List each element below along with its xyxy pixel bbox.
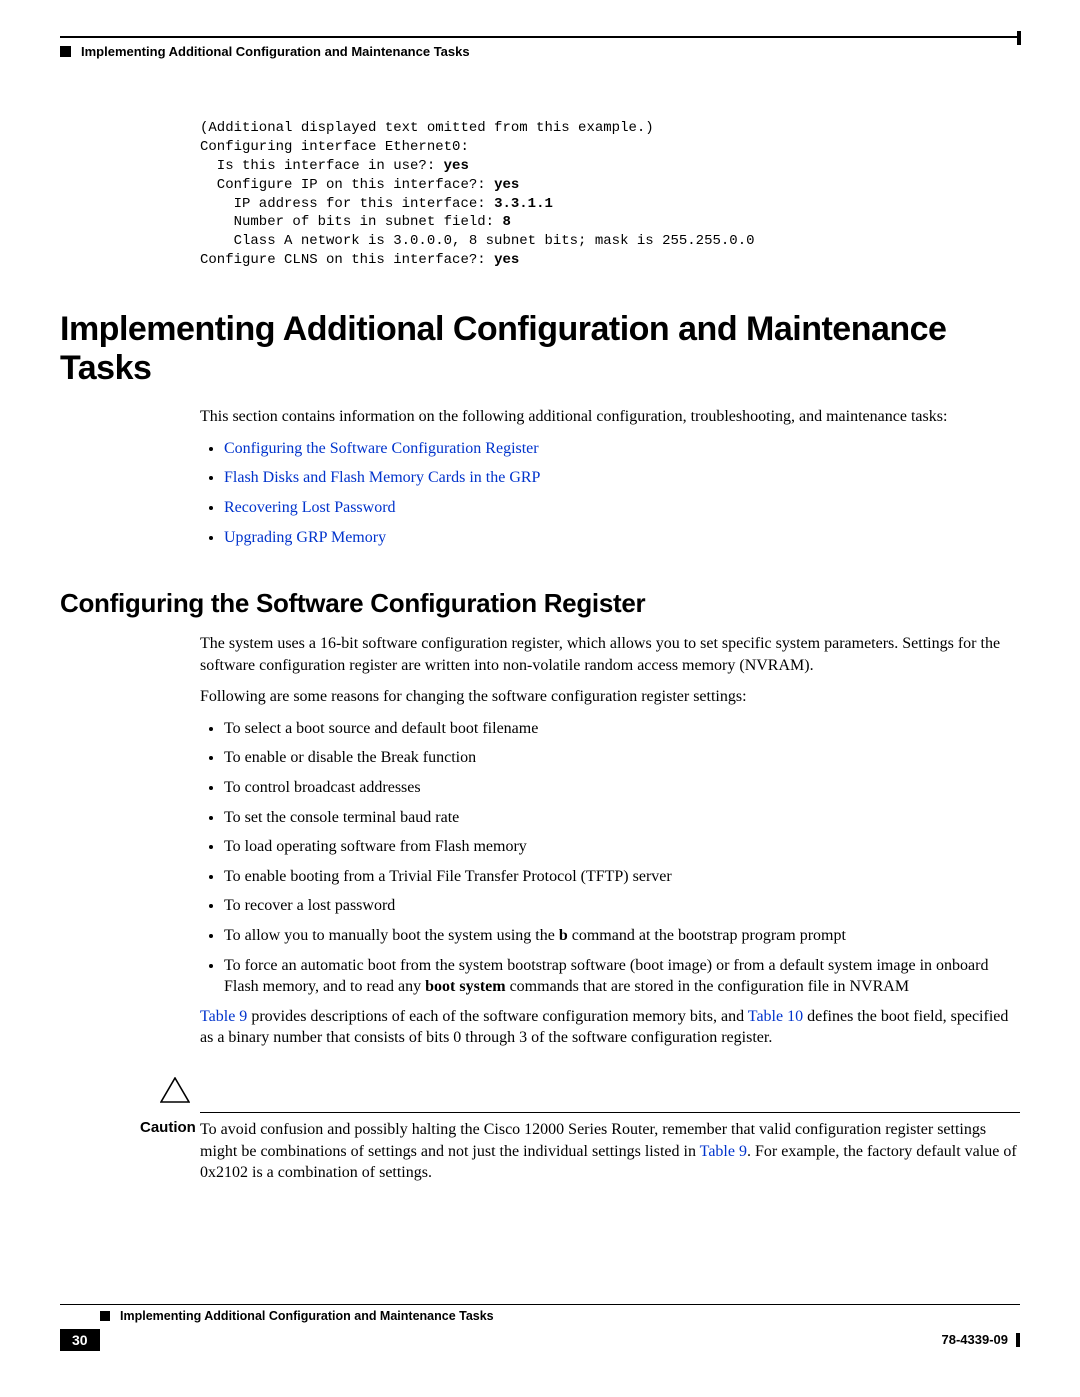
section-heading: Implementing Additional Configuration an… bbox=[60, 310, 1020, 388]
header-rule bbox=[60, 36, 1020, 38]
list-item: Recovering Lost Password bbox=[224, 497, 1020, 519]
reasons-list: To select a boot source and default boot… bbox=[200, 718, 1020, 998]
caution-label: Caution bbox=[140, 1119, 200, 1184]
list-item: To allow you to manually boot the system… bbox=[224, 925, 1020, 947]
page-footer: Implementing Additional Configuration an… bbox=[60, 1304, 1020, 1351]
paragraph: Table 9 provides descriptions of each of… bbox=[200, 1006, 1020, 1049]
page-number: 30 bbox=[60, 1329, 100, 1351]
intro-paragraph: This section contains information on the… bbox=[200, 406, 1020, 428]
list-item: To force an automatic boot from the syst… bbox=[224, 955, 1020, 998]
link-upgrade-memory[interactable]: Upgrading GRP Memory bbox=[224, 529, 386, 546]
link-flash-disks[interactable]: Flash Disks and Flash Memory Cards in th… bbox=[224, 469, 540, 486]
footer-running-text: Implementing Additional Configuration an… bbox=[120, 1309, 494, 1323]
page: Implementing Additional Configuration an… bbox=[0, 0, 1080, 1381]
list-item: Upgrading GRP Memory bbox=[224, 527, 1020, 549]
caution-text: To avoid confusion and possibly halting … bbox=[200, 1119, 1020, 1184]
intro-block: This section contains information on the… bbox=[200, 406, 1020, 548]
list-item: Configuring the Software Configuration R… bbox=[224, 438, 1020, 460]
subsection-heading: Configuring the Software Configuration R… bbox=[60, 588, 1020, 619]
link-list: Configuring the Software Configuration R… bbox=[200, 438, 1020, 548]
subsection-body: The system uses a 16-bit software config… bbox=[200, 633, 1020, 1049]
footer-running-head: Implementing Additional Configuration an… bbox=[100, 1309, 1020, 1323]
document-id: 78-4339-09 bbox=[942, 1332, 1021, 1347]
list-item: To control broadcast addresses bbox=[224, 777, 1020, 799]
code-block: (Additional displayed text omitted from … bbox=[200, 119, 1020, 270]
paragraph: The system uses a 16-bit software config… bbox=[200, 633, 1020, 676]
caution-block: Caution To avoid confusion and possibly … bbox=[140, 1077, 1020, 1184]
list-item: To enable or disable the Break function bbox=[224, 747, 1020, 769]
list-item: To set the console terminal baud rate bbox=[224, 807, 1020, 829]
list-item: To recover a lost password bbox=[224, 895, 1020, 917]
header-square-icon bbox=[60, 46, 71, 57]
caution-icon bbox=[160, 1077, 1020, 1108]
running-header-text: Implementing Additional Configuration an… bbox=[81, 44, 470, 59]
running-header: Implementing Additional Configuration an… bbox=[60, 44, 1020, 59]
list-item: To load operating software from Flash me… bbox=[224, 836, 1020, 858]
paragraph: Following are some reasons for changing … bbox=[200, 686, 1020, 708]
link-recover-password[interactable]: Recovering Lost Password bbox=[224, 499, 396, 516]
list-item: To select a boot source and default boot… bbox=[224, 718, 1020, 740]
footer-rule bbox=[60, 1304, 1020, 1305]
caution-rule bbox=[200, 1112, 1020, 1113]
link-table-9-caution[interactable]: Table 9 bbox=[700, 1143, 747, 1160]
footer-square-icon bbox=[100, 1311, 110, 1321]
link-config-register[interactable]: Configuring the Software Configuration R… bbox=[224, 440, 539, 457]
footer-tick-icon bbox=[1016, 1333, 1020, 1347]
link-table-10[interactable]: Table 10 bbox=[748, 1008, 803, 1025]
link-table-9[interactable]: Table 9 bbox=[200, 1008, 247, 1025]
list-item: Flash Disks and Flash Memory Cards in th… bbox=[224, 467, 1020, 489]
list-item: To enable booting from a Trivial File Tr… bbox=[224, 866, 1020, 888]
